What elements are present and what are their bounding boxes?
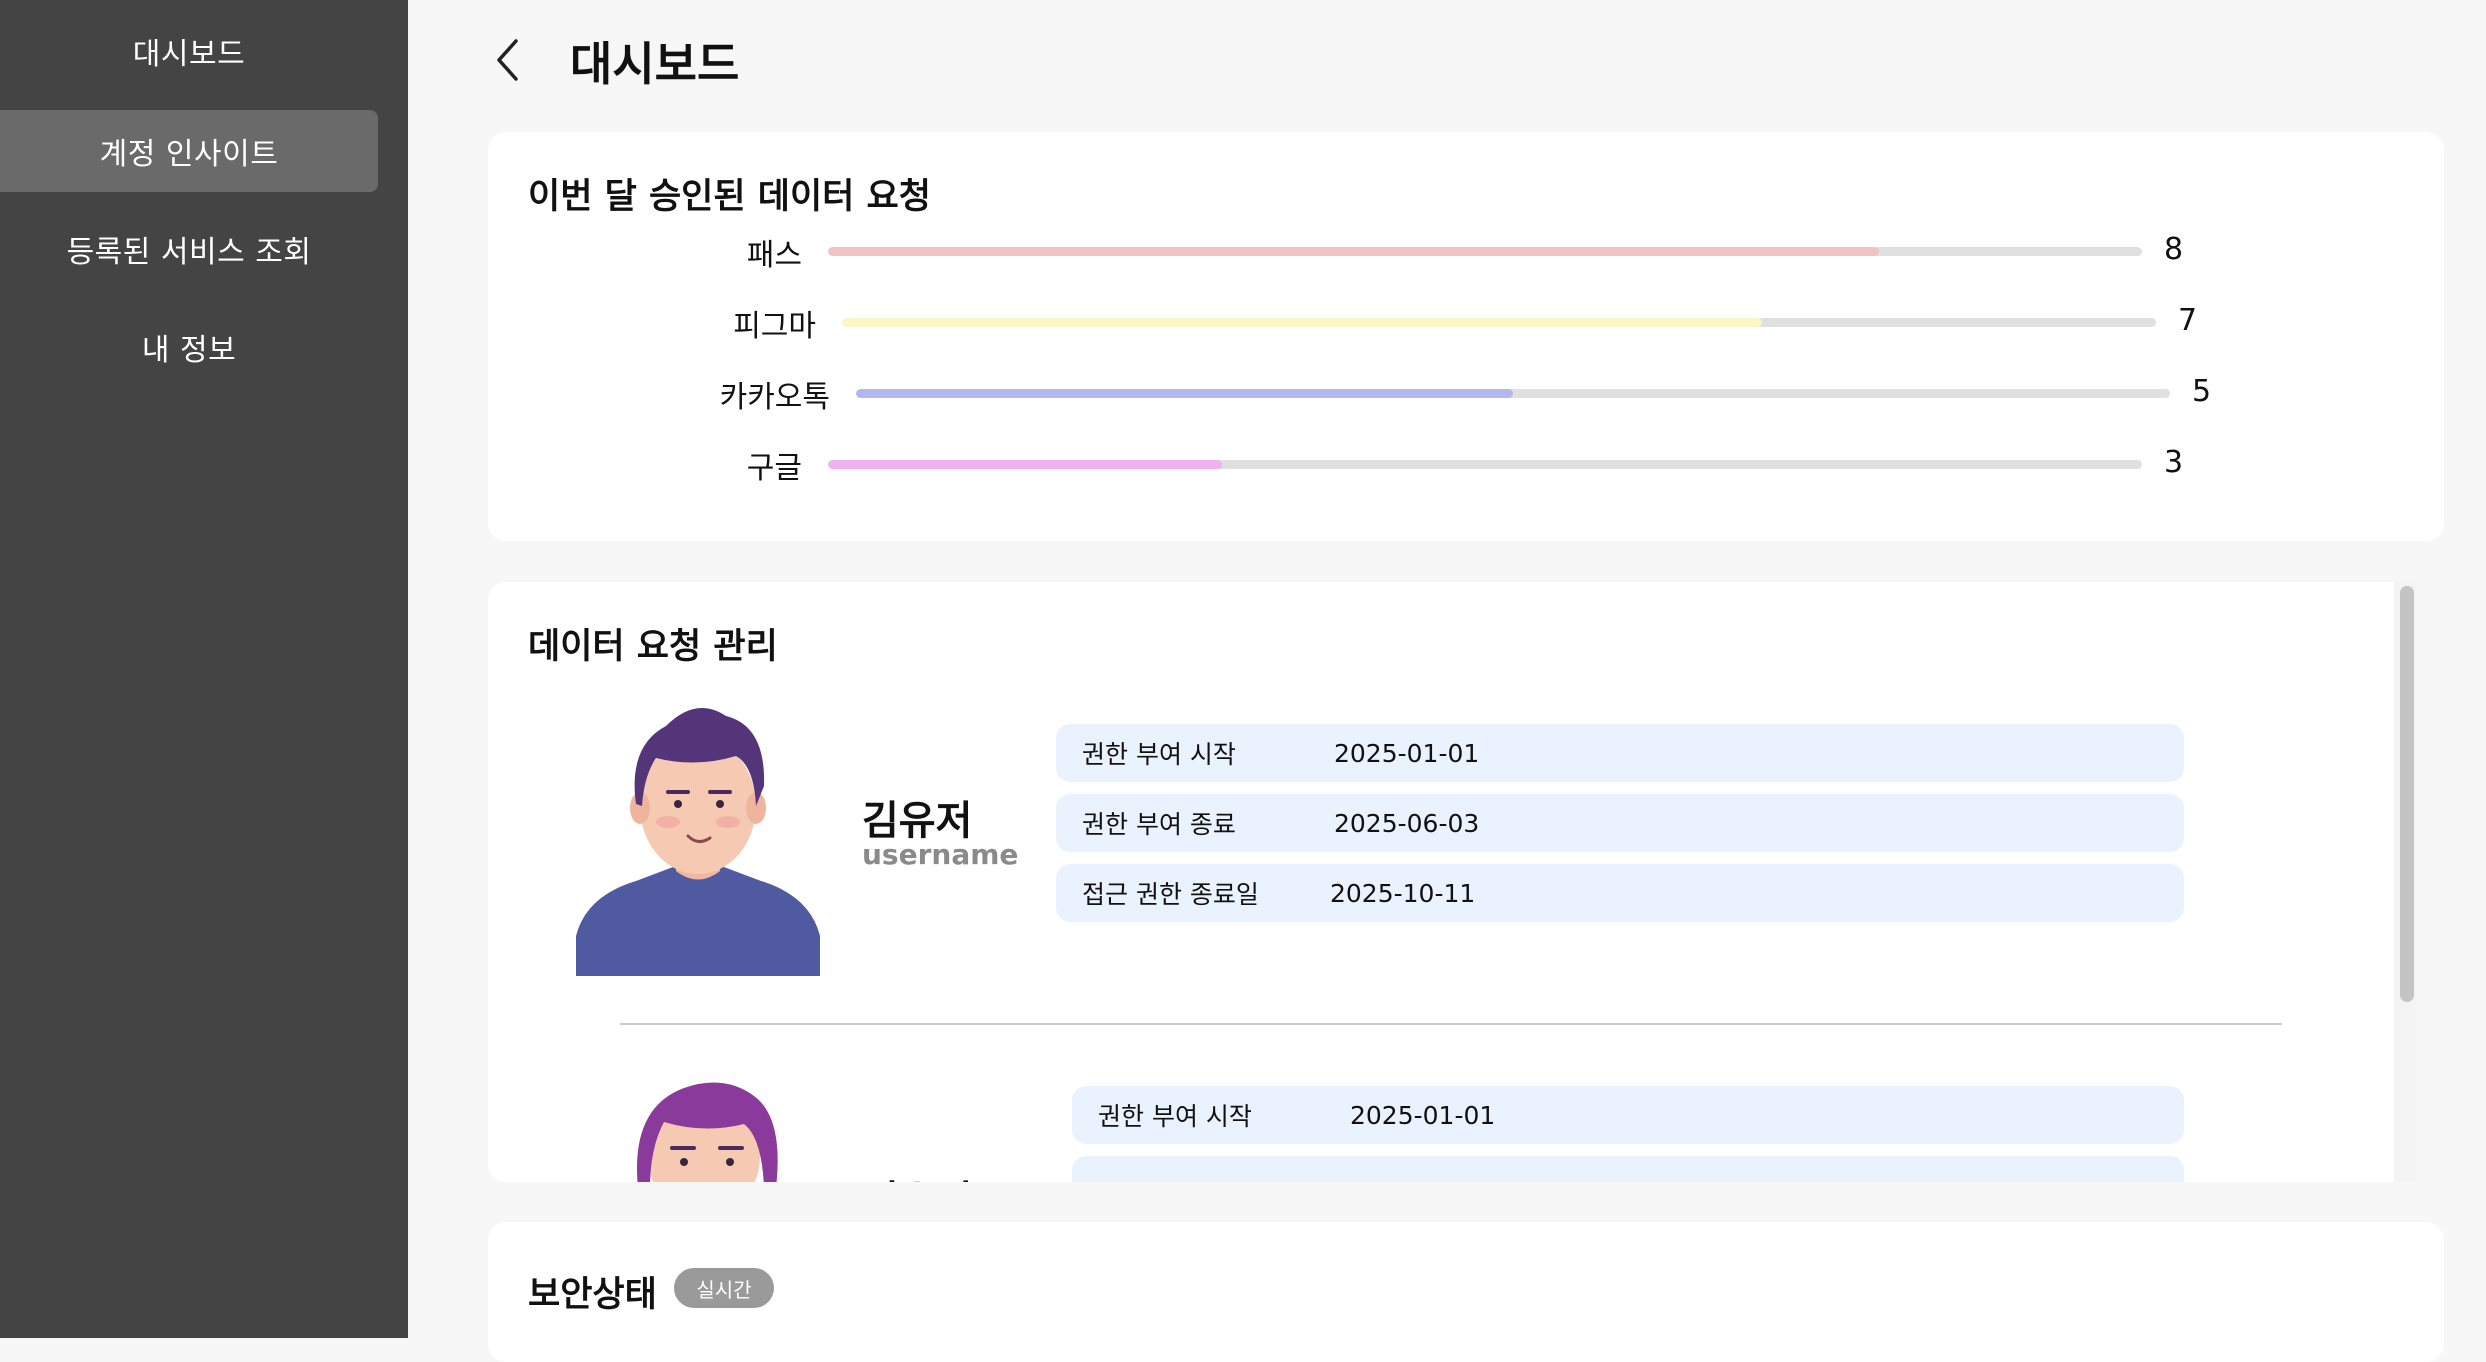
page-header: 대시보드 <box>408 0 2486 120</box>
sidebar: 대시보드 계정 인사이트 등록된 서비스 조회 내 정보 <box>0 0 408 1338</box>
bar-value: 7 <box>2178 303 2198 338</box>
bar-track <box>828 247 2142 256</box>
card-title: 이번 달 승인된 데이터 요청 <box>528 177 931 217</box>
sidebar-item-label: 대시보드 <box>132 37 246 72</box>
bar-value: 8 <box>2164 232 2184 267</box>
user-handle: username <box>862 838 1019 871</box>
info-key: 권한 부여 시작 <box>1082 740 1236 769</box>
bar-track <box>856 389 2170 398</box>
bar-value: 3 <box>2164 445 2184 480</box>
bar-label: 카카오톡 <box>719 380 830 415</box>
info-value: 2025-10-11 <box>1330 878 1476 908</box>
sidebar-item-label: 내 정보 <box>141 333 237 368</box>
bar-track <box>828 460 2142 469</box>
bar-fill <box>828 460 1223 469</box>
bar-row: 카카오톡 5 <box>488 372 2444 415</box>
request-management-card: 데이터 요청 관리 김유저 username 권한 부여 시작 2025-01-… <box>488 582 2412 1182</box>
info-row: 권한 부여 종료 2025-06-03 <box>1056 794 2184 852</box>
scrollbar-thumb[interactable] <box>2400 586 2414 1002</box>
user-entry: 김유저 username 권한 부여 시작 2025-01-01 권한 부여 종… <box>488 692 2412 1072</box>
realtime-badge: 실시간 <box>674 1268 774 1308</box>
sidebar-item-label: 등록된 서비스 조회 <box>66 235 312 270</box>
card-title: 보안상태 <box>528 1275 657 1315</box>
info-value: 2025-01-01 <box>1350 1100 1496 1130</box>
bar-row: 피그마 7 <box>488 301 2444 344</box>
main-content: 대시보드 이번 달 승인된 데이터 요청 패스 8 피그마 7 카카오톡 5 구… <box>408 0 2486 1362</box>
page-title: 대시보드 <box>570 37 740 91</box>
approved-requests-card: 이번 달 승인된 데이터 요청 패스 8 피그마 7 카카오톡 5 구글 3 <box>488 132 2444 541</box>
avatar <box>576 708 820 976</box>
sidebar-item-my-info[interactable]: 내 정보 <box>0 306 378 388</box>
info-row <box>1072 1156 2184 1182</box>
bar-label: 피그마 <box>733 309 816 344</box>
info-row: 권한 부여 시작 2025-01-01 <box>1056 724 2184 782</box>
info-row: 접근 권한 종료일 2025-10-11 <box>1056 864 2184 922</box>
info-row: 권한 부여 시작 2025-01-01 <box>1072 1086 2184 1144</box>
bar-fill <box>856 389 1513 398</box>
bar-fill <box>828 247 1880 256</box>
sidebar-item-account-insight[interactable]: 계정 인사이트 <box>0 110 378 192</box>
user-entry: 이유저 권한 부여 시작 2025-01-01 <box>488 1072 2412 1182</box>
divider <box>620 1023 2282 1025</box>
card-title: 데이터 요청 관리 <box>528 627 778 667</box>
bar-fill <box>842 318 1762 327</box>
avatar <box>637 1082 778 1182</box>
info-value: 2025-06-03 <box>1334 808 1480 838</box>
user-name: 이유저 <box>862 1168 972 1182</box>
bar-track <box>842 318 2156 327</box>
sidebar-item-dashboard[interactable]: 대시보드 <box>0 10 378 92</box>
sidebar-item-registered-services[interactable]: 등록된 서비스 조회 <box>0 208 378 290</box>
bar-row: 구글 3 <box>488 443 2444 486</box>
back-button[interactable] <box>482 32 532 88</box>
bar-row: 패스 8 <box>488 230 2444 273</box>
info-key: 권한 부여 시작 <box>1098 1102 1252 1131</box>
info-value: 2025-01-01 <box>1334 738 1480 768</box>
info-key: 권한 부여 종료 <box>1082 810 1236 839</box>
chevron-left-icon <box>497 39 518 81</box>
sidebar-item-label: 계정 인사이트 <box>99 137 279 172</box>
bar-value: 5 <box>2192 374 2212 409</box>
bar-label: 패스 <box>746 238 802 273</box>
info-key: 접근 권한 종료일 <box>1082 880 1259 909</box>
security-status-card: 보안상태 실시간 <box>488 1222 2444 1362</box>
bar-label: 구글 <box>746 451 802 486</box>
